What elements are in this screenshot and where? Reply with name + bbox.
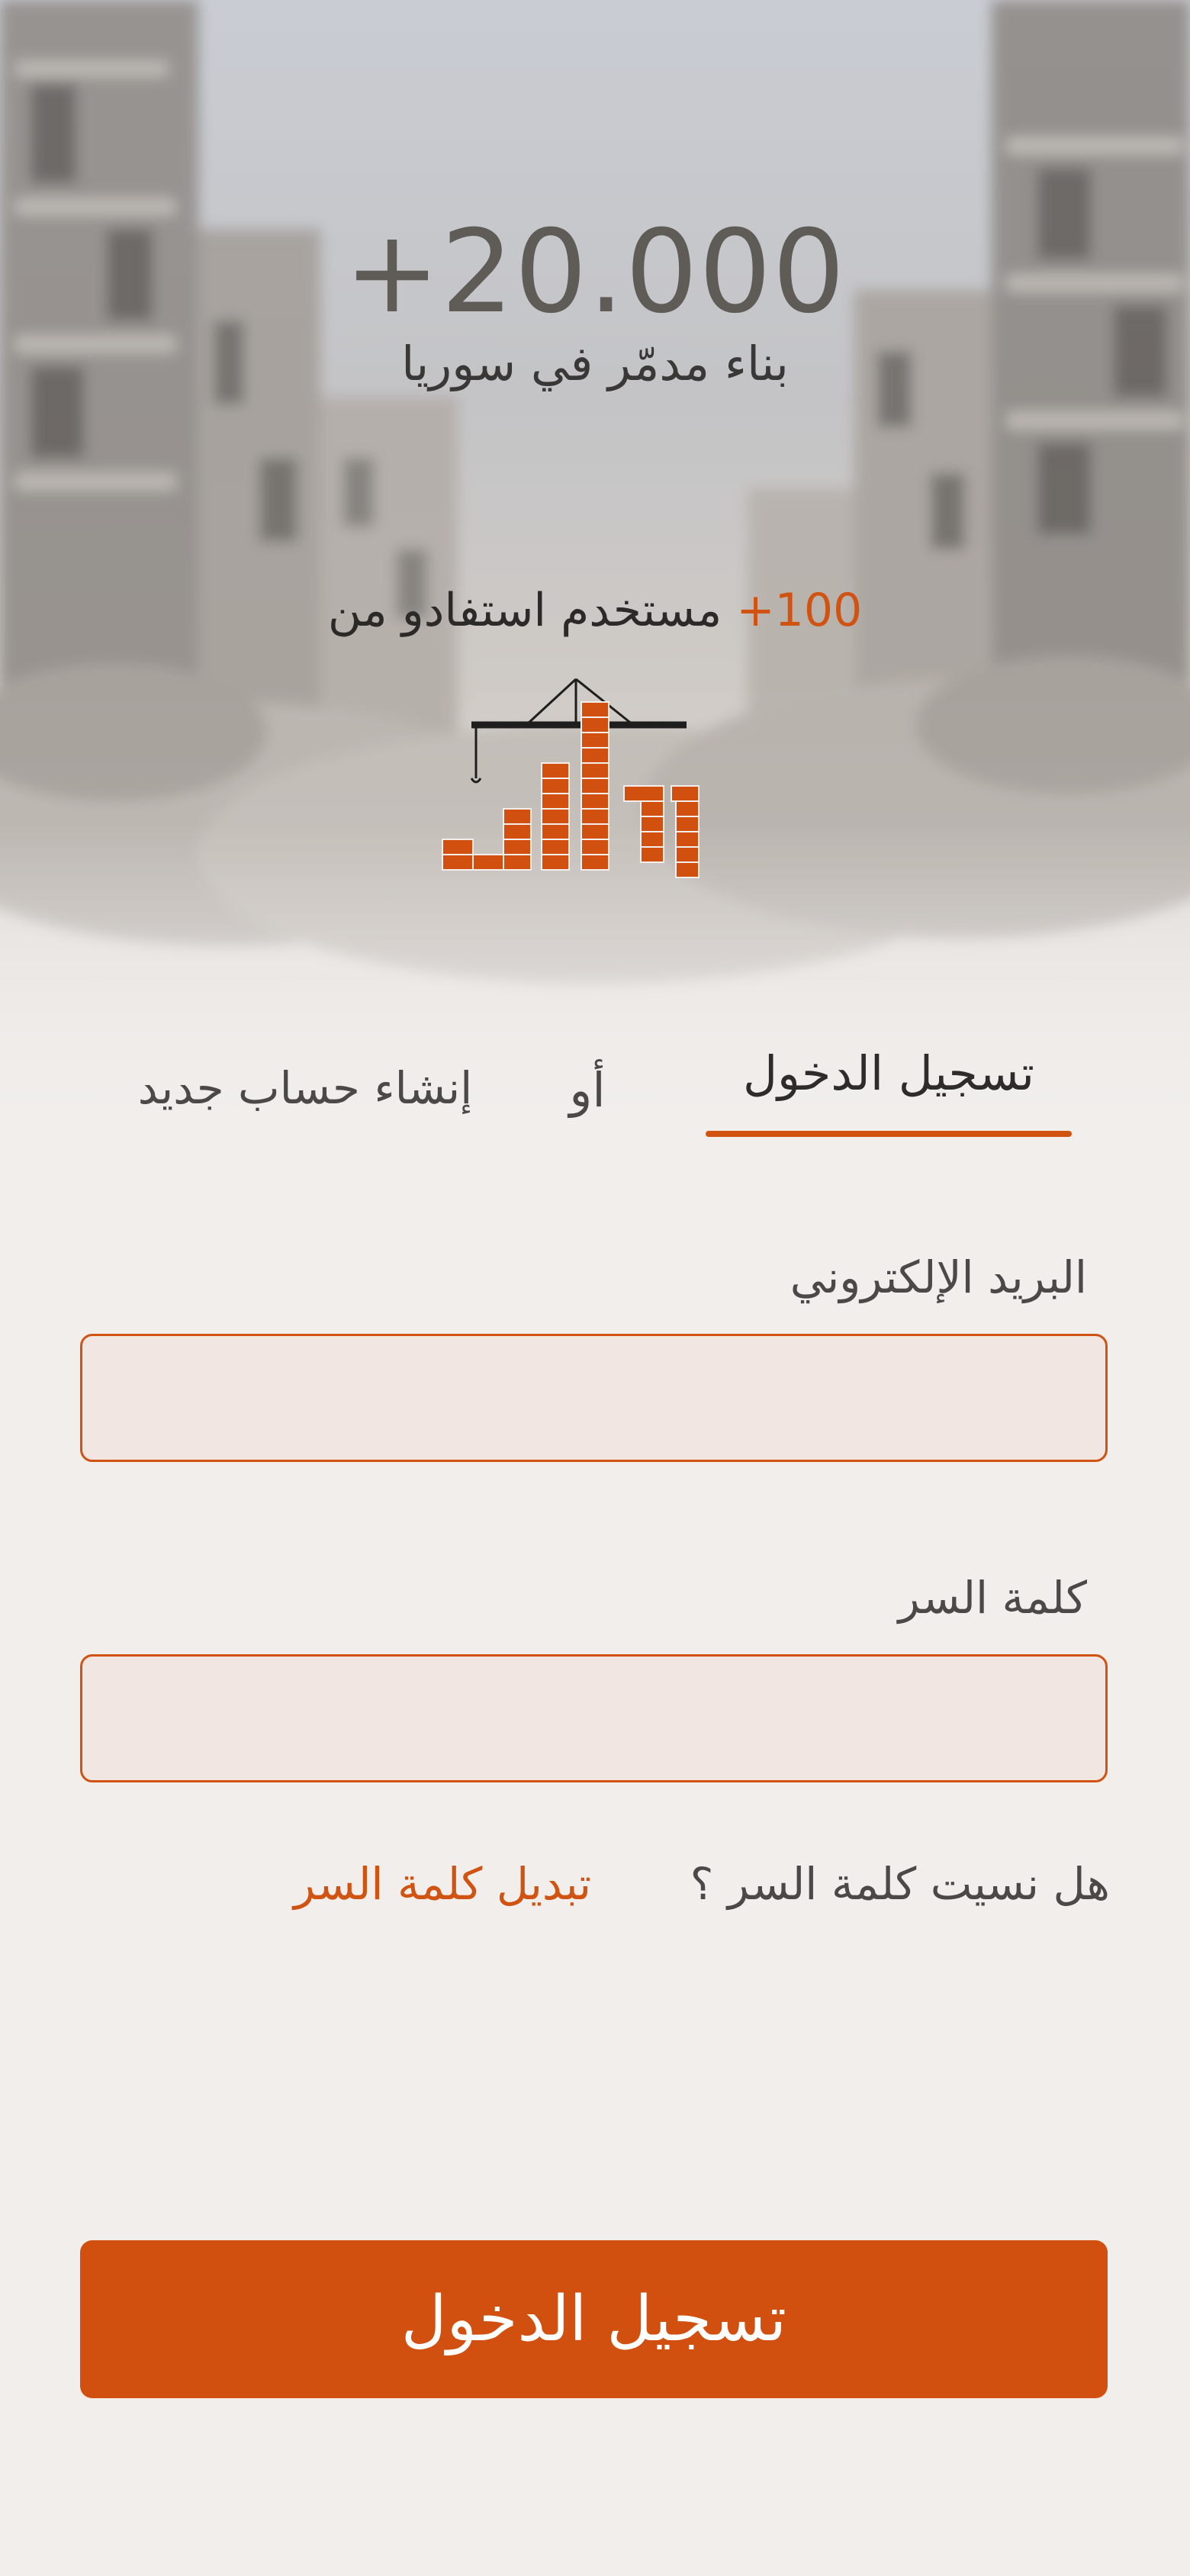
tab-login[interactable]: تسجيل الدخول [706,1045,1072,1101]
destroyed-buildings-count: +20.000 [344,206,846,339]
password-field[interactable] [80,1654,1108,1782]
login-button[interactable]: تسجيل الدخول [80,2240,1108,2398]
tab-separator-or: أو [569,1062,606,1118]
hero-background [0,0,1190,1145]
rubble-background-image [0,0,1190,1145]
tab-register[interactable]: إنشاء حساب جديد [114,1062,496,1114]
password-label: كلمة السر [898,1572,1087,1624]
email-field[interactable] [80,1334,1108,1462]
destroyed-buildings-caption: بناء مدمّر في سوريا [401,336,789,391]
users-text: مستخدم استفادو من [327,584,737,637]
active-tab-indicator [706,1131,1072,1137]
users-count: 100+ [736,584,863,637]
reset-password-link[interactable]: تبديل كلمة السر [294,1858,591,1910]
crane-bricks-logo-icon [442,678,700,878]
users-benefited-line: 100+ مستخدم استفادو من [0,584,1190,637]
forgot-password-question: هل نسيت كلمة السر ؟ [690,1858,1110,1910]
email-label: البريد الإلكتروني [790,1251,1087,1303]
